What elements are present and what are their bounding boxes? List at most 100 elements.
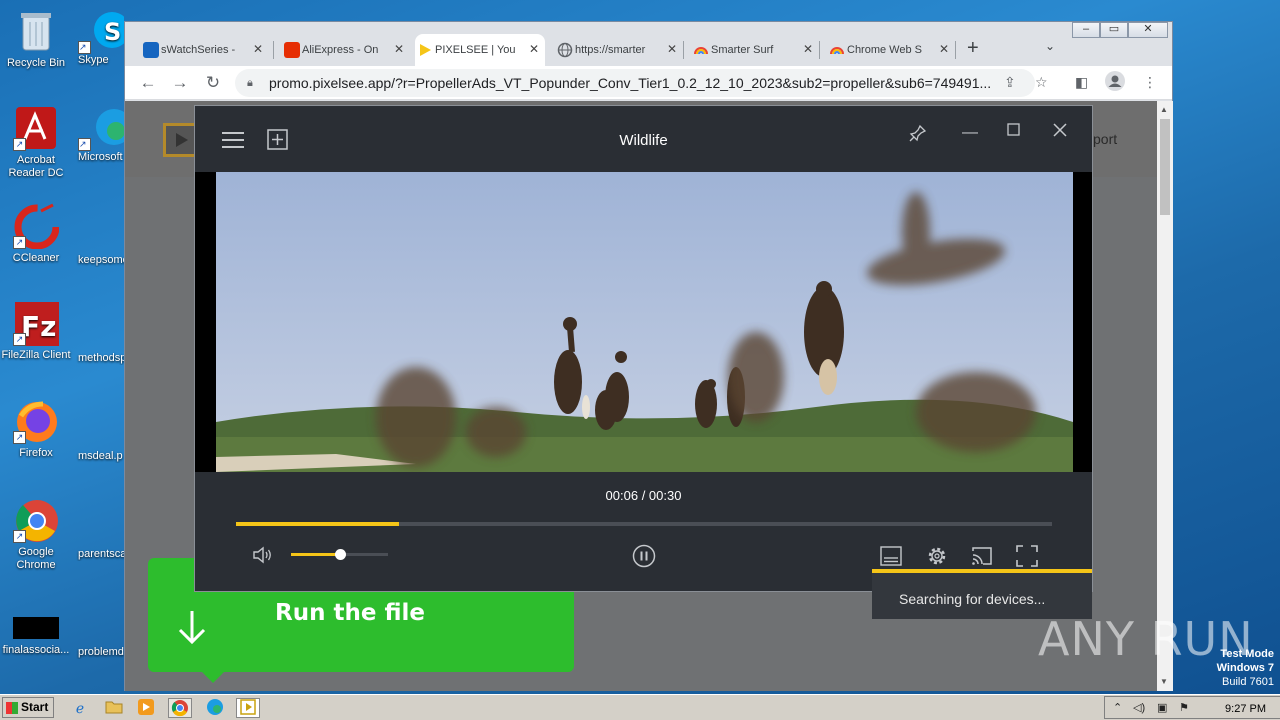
tab-title: PIXELSEE | You [435, 44, 516, 56]
desktop-icon-chrome[interactable]: ↗ Google Chrome [0, 497, 72, 572]
taskbar: Start ℯ ⌃ ◁) ▣ ⚑ 9:27 PM [0, 694, 1280, 720]
cast-status-text: Searching for devices... [899, 591, 1046, 607]
edge-taskbar-icon[interactable] [203, 698, 227, 718]
os-label: Windows 7 [1216, 662, 1274, 674]
tab-search-chevron-icon[interactable]: ⌄ [1045, 39, 1055, 53]
pixelsee-taskbar-icon[interactable] [236, 698, 260, 718]
explorer-folder-icon[interactable] [102, 698, 126, 718]
profile-avatar-icon[interactable] [1105, 71, 1125, 94]
seek-bar-progress [236, 522, 400, 526]
desktop-icon-firefox[interactable]: ↗ Firefox [0, 398, 72, 460]
action-center-flag-icon[interactable]: ⚑ [1179, 701, 1189, 714]
fullscreen-icon[interactable] [1016, 545, 1038, 570]
tab[interactable]: Chrome Web S ✕ [827, 34, 955, 66]
firefox-icon: ↗ [13, 398, 59, 444]
side-panel-icon[interactable]: ◧ [1075, 74, 1088, 91]
close-tab-icon[interactable]: ✕ [253, 42, 263, 56]
volume-speaker-icon[interactable] [251, 545, 275, 568]
clock[interactable]: 9:27 PM [1225, 703, 1266, 715]
close-tab-icon[interactable]: ✕ [667, 42, 677, 56]
tab-title: sWatchSeries - [161, 44, 236, 56]
speaker-icon[interactable]: ◁) [1133, 701, 1145, 714]
ie-icon[interactable]: ℯ [68, 698, 92, 718]
test-mode-label: Test Mode [1220, 648, 1274, 660]
video-still [216, 172, 1073, 472]
globe-icon [557, 42, 573, 58]
tab-title: Chrome Web S [847, 44, 922, 56]
desktop-icon-label: Microsoft [78, 151, 123, 163]
subtitles-icon[interactable] [880, 545, 902, 570]
new-tab-button[interactable]: + [967, 37, 979, 60]
network-icon[interactable]: ▣ [1157, 701, 1167, 714]
desktop-icon-label: Recycle Bin [6, 57, 66, 69]
desktop-icon-label: Skype [78, 54, 109, 66]
lock-icon: 🔒︎ [247, 77, 253, 89]
scroll-up-arrow-icon[interactable]: ▲ [1160, 105, 1168, 114]
desktop-icon-file[interactable]: finalassocia... [0, 615, 72, 657]
player-close-icon[interactable] [1052, 122, 1068, 141]
skype-icon: S ↗ [78, 8, 130, 54]
maximize-button[interactable]: ▭ [1100, 22, 1128, 38]
build-label: Build 7601 [1222, 676, 1274, 688]
site-favicon [143, 42, 159, 58]
cast-icon[interactable] [971, 545, 993, 570]
edge-icon: ↗ [78, 105, 132, 151]
kebab-menu-icon[interactable]: ⋮ [1143, 74, 1157, 91]
back-arrow-icon[interactable]: ← [137, 72, 159, 94]
close-window-button[interactable]: ✕ [1128, 22, 1168, 38]
recycle-bin-icon [13, 8, 59, 54]
tab-title: https://smarter [575, 44, 646, 56]
volume-slider[interactable] [291, 549, 388, 560]
desktop-icon-label: finalassocia... [2, 644, 70, 656]
chrome-taskbar-icon[interactable] [168, 698, 192, 718]
tab[interactable]: https://smarter ✕ [555, 34, 683, 66]
desktop-icon-filezilla[interactable]: Fz ↗ FileZilla Client [0, 300, 72, 362]
desktop-icon-label: Firefox [19, 447, 53, 459]
share-icon[interactable]: ⇪ [1004, 74, 1016, 91]
tab[interactable]: sWatchSeries - ✕ [141, 34, 269, 66]
player-minimize-icon[interactable]: — [962, 124, 978, 142]
close-tab-icon[interactable]: ✕ [939, 42, 949, 56]
settings-gear-icon[interactable] [925, 544, 949, 571]
desktop-icon-label: CCleaner [12, 252, 60, 264]
pause-button-icon[interactable] [632, 544, 656, 571]
desktop-icon-recycle-bin[interactable]: Recycle Bin [0, 8, 72, 70]
tab[interactable]: Smarter Surf ✕ [691, 34, 819, 66]
site-logo[interactable] [163, 123, 197, 157]
scroll-down-arrow-icon[interactable]: ▼ [1160, 677, 1168, 686]
page-scrollbar[interactable]: ▲ ▼ [1157, 101, 1173, 691]
tab-active[interactable]: PIXELSEE | You ✕ [415, 34, 545, 66]
chrome-icon: ↗ [13, 497, 59, 543]
bookmark-star-icon[interactable]: ☆ [1035, 74, 1048, 91]
pin-icon[interactable] [909, 124, 927, 145]
tray-expand-icon[interactable]: ⌃ [1113, 701, 1122, 714]
desktop-icon-label: msdeal.p [78, 450, 123, 462]
site-nav-link[interactable]: port [1093, 131, 1117, 147]
start-button[interactable]: Start [2, 697, 54, 718]
system-tray: ⌃ ◁) ▣ ⚑ 9:27 PM [1104, 696, 1280, 719]
svg-text:Fz: Fz [21, 310, 56, 343]
minimize-button[interactable]: – [1072, 22, 1100, 38]
seek-bar[interactable] [236, 522, 1052, 526]
player-maximize-icon[interactable] [1007, 123, 1021, 140]
desktop-icon-label: Google Chrome [16, 546, 56, 571]
reload-icon[interactable]: ↻ [202, 72, 224, 94]
desktop-icon-label: methodsp [78, 352, 127, 364]
tab[interactable]: AliExpress - On ✕ [282, 34, 410, 66]
video-frame[interactable] [195, 172, 1092, 472]
volume-level [291, 553, 340, 556]
address-bar[interactable]: 🔒︎ promo.pixelsee.app/?r=PropellerAds_VT… [235, 69, 1035, 97]
close-tab-icon[interactable]: ✕ [803, 42, 813, 56]
close-tab-icon[interactable]: ✕ [529, 42, 539, 56]
desktop-icon-acrobat[interactable]: ↗ Acrobat Reader DC [0, 105, 72, 180]
forward-arrow-icon[interactable]: → [169, 72, 191, 94]
rainbow-favicon [829, 42, 845, 58]
desktop-icon-ccleaner[interactable]: ↗ CCleaner [0, 203, 72, 265]
run-file-label: Run the file [275, 600, 425, 626]
volume-knob[interactable] [334, 549, 346, 560]
desktop-icon-label: Acrobat Reader DC [8, 154, 64, 179]
media-player-icon[interactable] [134, 698, 158, 718]
scrollbar-thumb[interactable] [1160, 119, 1170, 215]
ccleaner-icon: ↗ [13, 203, 60, 250]
close-tab-icon[interactable]: ✕ [394, 42, 404, 56]
